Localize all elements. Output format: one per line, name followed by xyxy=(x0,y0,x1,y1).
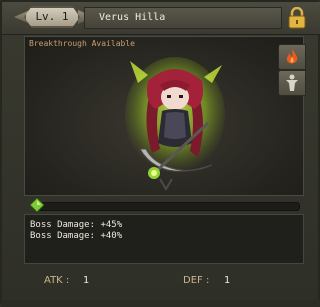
verus-hilla-sprite-icon xyxy=(125,57,225,191)
progress-bar xyxy=(38,202,300,211)
def-value: 1 xyxy=(224,275,231,286)
level-badge: Lv. 1 xyxy=(24,6,80,28)
atk-value: 1 xyxy=(83,275,90,286)
atk-label: ATK : xyxy=(44,275,70,286)
lock-icon[interactable] xyxy=(288,6,306,29)
character-card: Lv. 1 Verus Hilla Breakthrough Available xyxy=(0,0,320,307)
def-label: DEF : xyxy=(183,275,210,286)
effect-line-1: Boss Damage: +45% xyxy=(30,220,123,230)
effects-panel: Boss Damage: +45% Boss Damage: +40% xyxy=(24,214,304,264)
name-plate: Verus Hilla xyxy=(84,7,282,29)
character-name: Verus Hilla xyxy=(99,12,166,23)
figure-icon xyxy=(286,74,298,91)
figure-button[interactable] xyxy=(278,70,306,96)
card-header: Lv. 1 Verus Hilla xyxy=(2,2,320,35)
bottom-strip xyxy=(2,300,320,307)
character-portrait: Breakthrough Available xyxy=(24,36,304,196)
breakthrough-label: Breakthrough Available xyxy=(29,39,135,48)
green-gem-icon xyxy=(30,198,44,212)
effect-line-2: Boss Damage: +40% xyxy=(30,231,123,241)
fire-button[interactable] xyxy=(278,44,306,70)
fire-icon xyxy=(286,49,298,64)
